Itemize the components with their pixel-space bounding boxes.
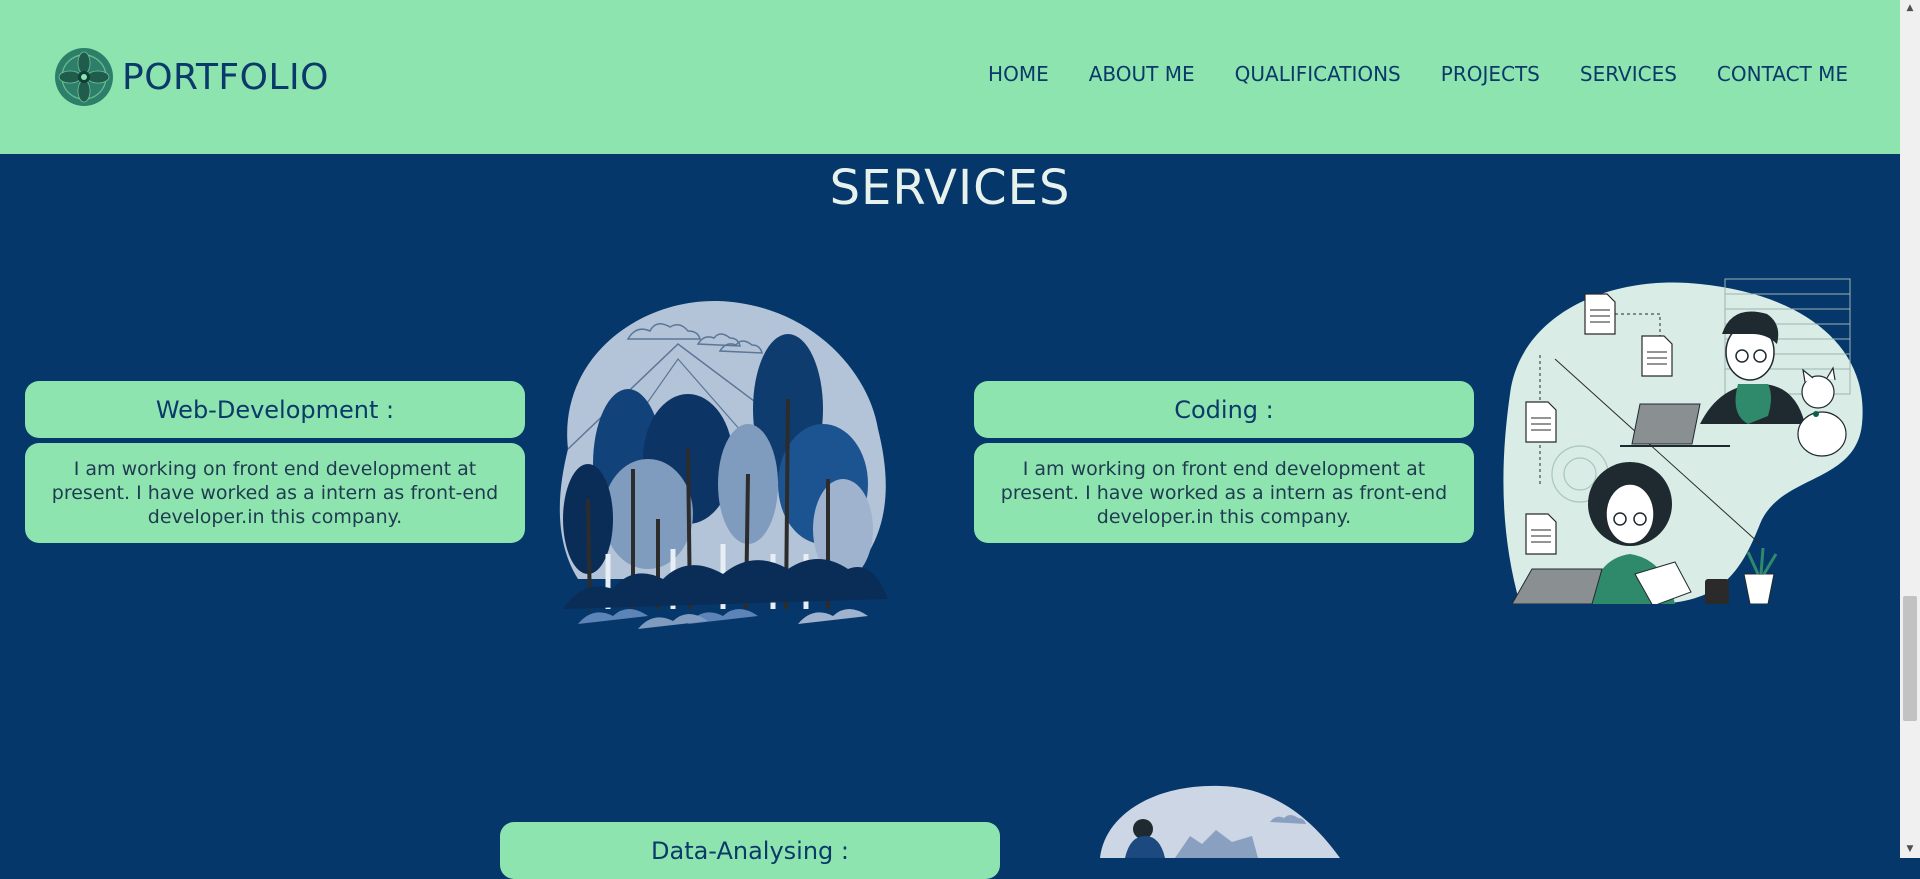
scroll-thumb[interactable] <box>1903 596 1917 721</box>
nav-home[interactable]: HOME <box>988 62 1049 86</box>
coding-card-title: Coding : <box>974 381 1474 438</box>
web-development-card-title: Web-Development : <box>25 381 525 438</box>
web-development-card-text: I am working on front end development at… <box>25 443 525 543</box>
logo-text[interactable]: PORTFOLIO <box>122 57 329 98</box>
data-analysing-card-title: Data-Analysing : <box>500 822 1000 879</box>
scroll-down-arrow-icon[interactable]: ▼ <box>1900 841 1920 858</box>
nav-qualifications[interactable]: QUALIFICATIONS <box>1235 62 1401 86</box>
main-nav: HOME ABOUT ME QUALIFICATIONS PROJECTS SE… <box>988 62 1848 86</box>
nav-services[interactable]: SERVICES <box>1580 62 1677 86</box>
coding-card-text: I am working on front end development at… <box>974 443 1474 543</box>
nav-contact-me[interactable]: CONTACT ME <box>1717 62 1848 86</box>
vertical-scrollbar[interactable]: ▲ ▼ <box>1900 0 1920 858</box>
data-analysing-illustration <box>1100 785 1340 858</box>
mandala-icon <box>55 48 113 106</box>
section-title: SERVICES <box>829 160 1071 216</box>
coding-illustration <box>1503 278 1863 604</box>
logo[interactable]: PORTFOLIO <box>54 47 329 107</box>
services-section: SERVICES Web-Development : I am working … <box>0 154 1900 879</box>
nav-about-me[interactable]: ABOUT ME <box>1089 62 1195 86</box>
nav-projects[interactable]: PROJECTS <box>1441 62 1540 86</box>
forest-illustration <box>559 300 888 629</box>
scroll-up-arrow-icon[interactable]: ▲ <box>1900 0 1920 17</box>
site-header: PORTFOLIO HOME ABOUT ME QUALIFICATIONS P… <box>0 0 1900 154</box>
